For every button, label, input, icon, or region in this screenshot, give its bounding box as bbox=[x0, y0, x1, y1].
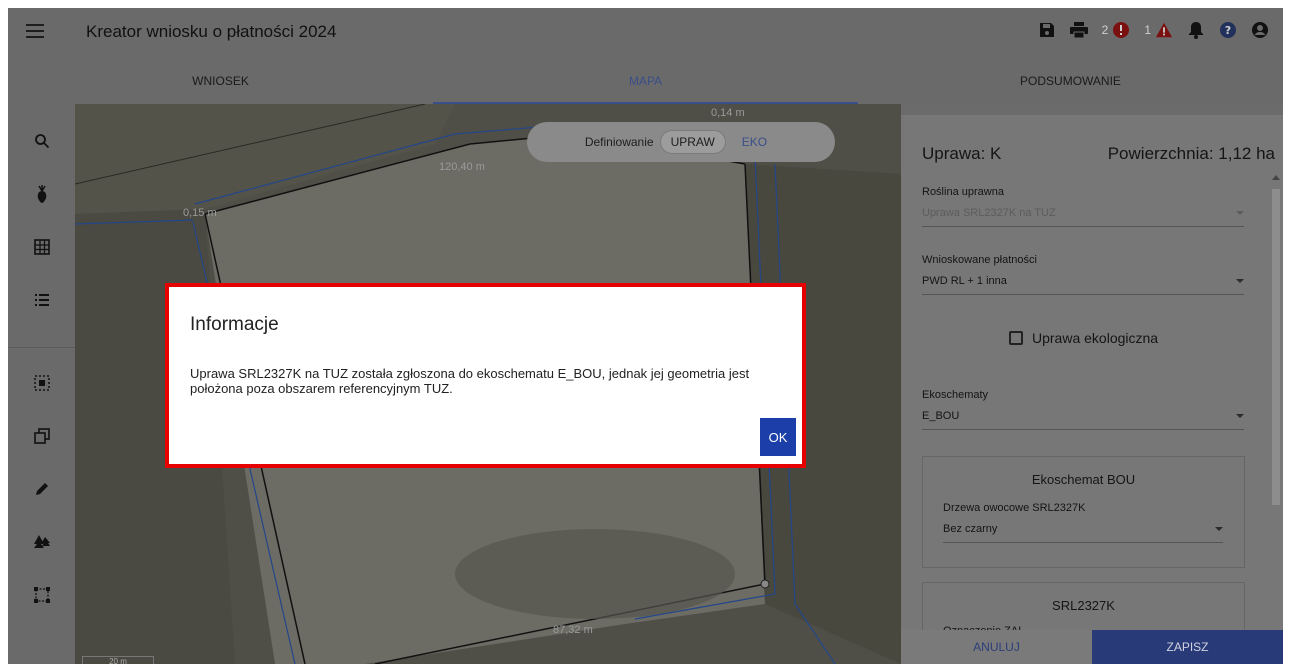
plant-select[interactable]: Roślina uprawna Uprawa SRL2327K na TUZ bbox=[922, 186, 1244, 227]
copy-icon[interactable] bbox=[27, 421, 57, 451]
area-title: Powierzchnia: 1,12 ha bbox=[1107, 144, 1275, 163]
organic-checkbox[interactable]: Uprawa ekologiczna bbox=[1009, 330, 1158, 346]
warning-icon[interactable] bbox=[1155, 21, 1173, 39]
map-measure-label: 0,15 m bbox=[183, 207, 217, 219]
svg-text:?: ? bbox=[1225, 24, 1231, 37]
map-measure-label: 87,32 m bbox=[553, 624, 593, 636]
chevron-down-icon bbox=[1215, 527, 1223, 531]
help-icon[interactable]: ? bbox=[1219, 21, 1237, 39]
chevron-down-icon bbox=[1236, 211, 1244, 215]
error-icon[interactable] bbox=[1112, 21, 1130, 39]
print-icon[interactable] bbox=[1069, 21, 1088, 39]
map-measure-label: 120,40 m bbox=[439, 161, 485, 173]
organic-label: Uprawa ekologiczna bbox=[1032, 330, 1159, 346]
chevron-down-icon bbox=[1236, 279, 1244, 283]
payments-label: Wnioskowane płatności bbox=[922, 254, 1037, 266]
cancel-button[interactable]: ANULUJ bbox=[901, 630, 1092, 664]
tab-wniosek[interactable]: WNIOSEK bbox=[8, 58, 433, 104]
search-icon[interactable] bbox=[27, 126, 57, 156]
map-scale: 20 m bbox=[82, 656, 154, 664]
bell-icon[interactable] bbox=[1187, 21, 1205, 39]
payments-select[interactable]: Wnioskowane płatności PWD RL + 1 inna bbox=[922, 254, 1244, 295]
save-button[interactable]: ZAPISZ bbox=[1092, 630, 1283, 664]
top-bar: Kreator wniosku o płatności 2024 2 1 ? bbox=[8, 8, 1283, 58]
information-dialog: Informacje Uprawa SRL2327K na TUZ został… bbox=[165, 283, 806, 468]
ecoschemes-value: E_BOU bbox=[922, 410, 960, 422]
ok-button[interactable]: OK bbox=[760, 418, 796, 456]
save-icon[interactable] bbox=[1038, 21, 1056, 39]
ecoschemes-label: Ekoschematy bbox=[922, 389, 989, 401]
toggle-upraw[interactable]: UPRAW bbox=[659, 130, 726, 154]
chevron-down-icon bbox=[1236, 414, 1244, 418]
map-tools-sidebar bbox=[8, 104, 75, 664]
plant-label: Roślina uprawna bbox=[922, 186, 1004, 198]
ecoscheme-bou-title: Ekoschemat BOU bbox=[1031, 472, 1136, 487]
panel-footer: ANULUJ ZAPISZ bbox=[901, 630, 1283, 664]
crop-title: Uprawa: K bbox=[922, 144, 1002, 163]
select-area-icon[interactable] bbox=[27, 368, 57, 398]
fruit-trees-label: Drzewa owocowe SRL2327K bbox=[943, 502, 1086, 514]
payments-value: PWD RL + 1 inna bbox=[922, 275, 1007, 287]
toggle-prefix-label: Definiowanie bbox=[584, 135, 654, 149]
plant-value: Uprawa SRL2327K na TUZ bbox=[922, 207, 1056, 219]
srl-card-title: SRL2327K bbox=[1052, 598, 1115, 613]
toolbar-icons: 2 1 ? bbox=[1038, 21, 1269, 39]
sidebar-divider bbox=[8, 347, 75, 348]
menu-icon[interactable] bbox=[26, 24, 44, 38]
scrollbar-thumb[interactable] bbox=[1272, 189, 1280, 505]
map-measure-label: 0,14 m bbox=[711, 107, 745, 119]
list-icon[interactable] bbox=[27, 285, 57, 315]
edit-icon[interactable] bbox=[27, 474, 57, 504]
toggle-eko[interactable]: EKO bbox=[732, 131, 777, 153]
page-title: Kreator wniosku o płatności 2024 bbox=[86, 22, 337, 41]
main-tabs: WNIOSEK MAPA PODSUMOWANIE bbox=[8, 58, 1283, 104]
warnings-count: 1 bbox=[1144, 23, 1151, 37]
crop-icon[interactable] bbox=[27, 179, 57, 209]
tab-podsumowanie[interactable]: PODSUMOWANIE bbox=[858, 58, 1283, 104]
tab-mapa[interactable]: MAPA bbox=[433, 58, 858, 104]
fruit-trees-select[interactable]: Drzewa owocowe SRL2327K Bez czarny bbox=[943, 502, 1223, 543]
checkbox-icon[interactable] bbox=[1009, 331, 1023, 345]
ecoscheme-bou-card: Ekoschemat BOU Drzewa owocowe SRL2327K B… bbox=[922, 456, 1245, 568]
trees-icon[interactable] bbox=[27, 527, 57, 557]
definition-mode-toggle: Definiowanie UPRAW EKO bbox=[527, 122, 835, 162]
crop-details-panel: Uprawa: K Powierzchnia: 1,12 ha Roślina … bbox=[901, 115, 1283, 664]
grid-icon[interactable] bbox=[27, 232, 57, 262]
fruit-trees-value: Bez czarny bbox=[943, 523, 998, 535]
panel-scrollbar[interactable] bbox=[1269, 167, 1283, 637]
account-icon[interactable] bbox=[1251, 21, 1269, 39]
ecoschemes-select[interactable]: Ekoschematy E_BOU bbox=[922, 389, 1244, 430]
scroll-up-icon[interactable] bbox=[1272, 175, 1280, 180]
dialog-title: Informacje bbox=[190, 314, 279, 335]
bounding-box-icon[interactable] bbox=[27, 580, 57, 610]
errors-count: 2 bbox=[1101, 23, 1109, 37]
dialog-message: Uprawa SRL2327K na TUZ została zgłoszona… bbox=[190, 366, 750, 396]
